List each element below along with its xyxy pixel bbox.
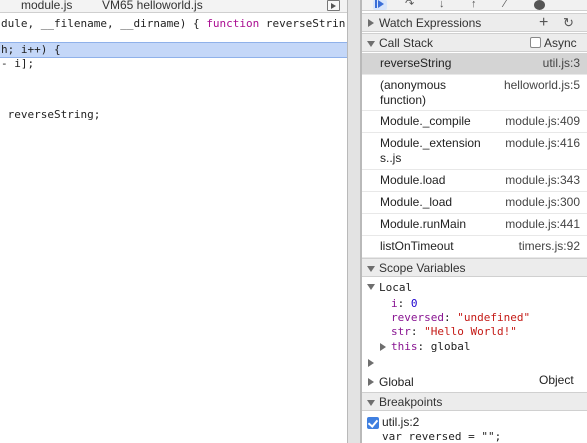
code-text: reverseString; bbox=[1, 108, 101, 121]
global-scope-label[interactable]: Global bbox=[379, 376, 414, 389]
separator: : bbox=[417, 340, 431, 353]
separator: : bbox=[443, 311, 458, 324]
variable-value: global bbox=[430, 340, 471, 353]
code-text: - i]; bbox=[1, 57, 35, 70]
code-text: reverseStrin bbox=[259, 17, 346, 30]
call-frame-selected[interactable]: reverseString util.js:3 bbox=[362, 53, 587, 75]
collapsed-arrow-icon[interactable] bbox=[368, 378, 374, 386]
frame-location[interactable]: timers.js:92 bbox=[519, 239, 580, 254]
scope-variable[interactable]: this: global bbox=[391, 340, 471, 353]
debugger-toolbar: ↷ ↓ ↑ ⁄ bbox=[362, 0, 587, 11]
variable-name: reversed bbox=[391, 311, 444, 324]
separator: : bbox=[397, 297, 411, 310]
breakpoints-title: Breakpoints bbox=[379, 395, 443, 409]
watch-expressions-header[interactable]: Watch Expressions + ↻ bbox=[362, 13, 587, 32]
global-scope-value: Object bbox=[539, 373, 574, 387]
expanded-arrow-icon[interactable] bbox=[367, 284, 375, 290]
toggle-debugger-icon[interactable] bbox=[327, 0, 340, 11]
debugger-sidebar: ↷ ↓ ↑ ⁄ Watch Expressions + ↻ Call Stack… bbox=[361, 0, 587, 443]
call-stack-title: Call Stack bbox=[379, 36, 434, 50]
call-frame[interactable]: Module.runMain module.js:441 bbox=[362, 214, 587, 236]
code-line: - i]; bbox=[0, 57, 347, 71]
call-frame[interactable]: Module.load module.js:343 bbox=[362, 170, 587, 192]
variable-value: "Hello World!" bbox=[424, 325, 517, 338]
watch-expressions-title: Watch Expressions bbox=[379, 16, 482, 30]
call-stack-header[interactable]: Call Stack Async bbox=[362, 33, 587, 52]
scope-variables-title: Scope Variables bbox=[379, 261, 466, 275]
call-frame[interactable]: listOnTimeout timers.js:92 bbox=[362, 236, 587, 258]
frame-function: Module.load bbox=[380, 173, 446, 187]
breakpoint-checkbox[interactable] bbox=[367, 417, 379, 429]
scope-variable[interactable]: reversed: "undefined" bbox=[391, 311, 530, 324]
scope-variable[interactable]: i: 0 bbox=[391, 297, 418, 310]
collapsed-arrow-icon[interactable] bbox=[368, 359, 374, 367]
tab-helloworld-js[interactable]: VM65 helloworld.js bbox=[102, 0, 203, 12]
frame-function: listOnTimeout bbox=[380, 239, 454, 253]
frame-function: Module._load bbox=[380, 195, 453, 209]
frame-location[interactable]: module.js:441 bbox=[505, 217, 580, 232]
tab-module-js[interactable]: module.js bbox=[21, 0, 72, 12]
frame-function: (anonymous function) bbox=[380, 78, 447, 107]
collapsed-arrow-icon[interactable] bbox=[380, 343, 386, 351]
scope-variable[interactable]: str: "Hello World!" bbox=[391, 325, 517, 338]
pane-splitter[interactable] bbox=[347, 0, 361, 443]
code-text: h; i++) { bbox=[1, 43, 61, 56]
collapsed-arrow-icon bbox=[368, 19, 374, 27]
code-text: dule, __filename, __dirname) { bbox=[1, 17, 207, 30]
expanded-arrow-icon bbox=[367, 400, 375, 406]
source-editor[interactable]: module.js VM65 helloworld.js dule, __fil… bbox=[0, 0, 347, 443]
add-icon[interactable]: + bbox=[539, 14, 548, 32]
variable-value: "undefined" bbox=[457, 311, 531, 324]
editor-tab-bar: module.js VM65 helloworld.js bbox=[0, 0, 347, 13]
current-execution-line: h; i++) { bbox=[0, 42, 347, 58]
local-scope-label[interactable]: Local bbox=[379, 281, 412, 294]
async-checkbox[interactable] bbox=[530, 37, 541, 48]
variable-name: str bbox=[391, 325, 411, 338]
call-frame[interactable]: (anonymous function) helloworld.js:5 bbox=[362, 75, 587, 111]
frame-function: reverseString bbox=[380, 56, 452, 70]
frame-function: Module.runMain bbox=[380, 217, 467, 231]
code-line: reverseString; bbox=[0, 108, 347, 122]
variable-value: 0 bbox=[410, 297, 418, 310]
resume-icon[interactable] bbox=[373, 0, 387, 10]
breakpoint-code-snippet: var reversed = ""; bbox=[382, 430, 502, 443]
breakpoints-header[interactable]: Breakpoints bbox=[362, 392, 587, 411]
refresh-icon[interactable]: ↻ bbox=[563, 15, 574, 31]
variable-name: i bbox=[391, 297, 398, 310]
deactivate-breakpoints-icon[interactable]: ⁄ bbox=[504, 0, 506, 10]
frame-function: Module._compile bbox=[380, 114, 471, 128]
async-label: Async bbox=[544, 36, 577, 50]
code-keyword: function bbox=[206, 17, 260, 30]
breakpoint-location[interactable]: util.js:2 bbox=[382, 415, 419, 429]
variable-name: this bbox=[391, 340, 418, 353]
code-line: dule, __filename, __dirname) { function … bbox=[0, 17, 347, 31]
separator: : bbox=[410, 325, 425, 338]
call-frame[interactable]: Module._extensions..js module.js:416 bbox=[362, 133, 587, 170]
step-over-icon[interactable]: ↷ bbox=[405, 0, 414, 10]
frame-location[interactable]: module.js:300 bbox=[505, 195, 580, 210]
frame-location[interactable]: util.js:3 bbox=[543, 56, 580, 71]
call-frame[interactable]: Module._compile module.js:409 bbox=[362, 111, 587, 133]
scope-variables-header[interactable]: Scope Variables bbox=[362, 258, 587, 277]
frame-location[interactable]: module.js:343 bbox=[505, 173, 580, 188]
frame-location[interactable]: module.js:416 bbox=[505, 136, 580, 151]
step-out-icon[interactable]: ↑ bbox=[471, 0, 477, 10]
step-into-icon[interactable]: ↓ bbox=[439, 0, 445, 10]
frame-location[interactable]: helloworld.js:5 bbox=[504, 78, 580, 93]
call-frame[interactable]: Module._load module.js:300 bbox=[362, 192, 587, 214]
frame-location[interactable]: module.js:409 bbox=[505, 114, 580, 129]
frame-function: Module._extensions..js bbox=[380, 136, 481, 165]
pause-on-exceptions-icon[interactable] bbox=[534, 0, 545, 10]
expanded-arrow-icon bbox=[367, 41, 375, 47]
expanded-arrow-icon bbox=[367, 266, 375, 272]
